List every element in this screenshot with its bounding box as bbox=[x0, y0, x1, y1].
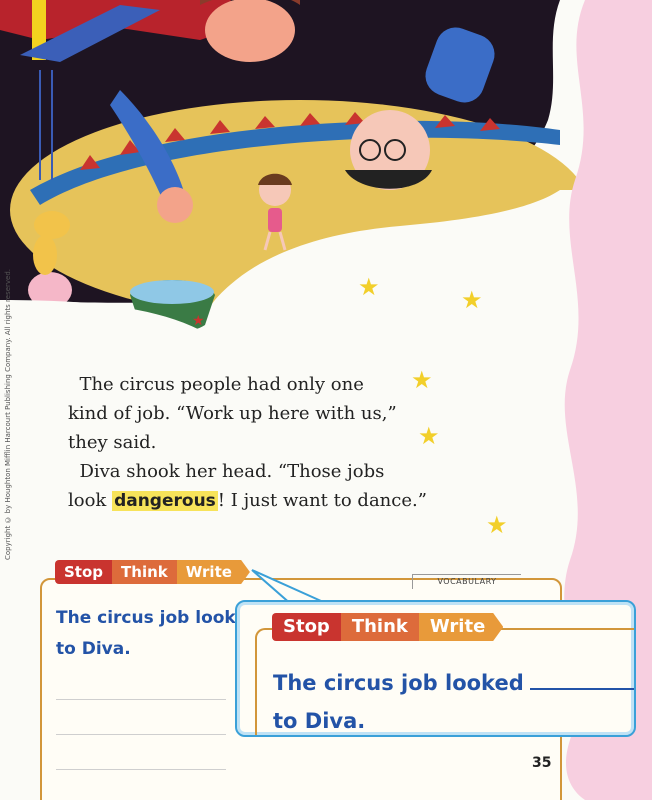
answer-blank[interactable] bbox=[529, 668, 634, 690]
story-line: look dangerous! I just want to dance.” bbox=[68, 490, 427, 511]
callout-tab-think: Think bbox=[340, 613, 419, 641]
section-label-vocabulary: VOCABULARY bbox=[412, 574, 521, 589]
star-icon: ★ bbox=[486, 511, 508, 539]
circus-illustration: ★ ★ ★ bbox=[0, 0, 585, 330]
story-line: kind of job. “Work up here with us,” bbox=[68, 403, 397, 424]
copyright-notice: Copyright © by Houghton Mifflin Harcourt… bbox=[4, 268, 12, 560]
story-line: Diva shook her head. “Those jobs bbox=[79, 461, 385, 482]
vocabulary-word-highlight: dangerous bbox=[112, 491, 218, 511]
stop-think-write-tabs: Stop Think Write bbox=[55, 560, 250, 584]
story-text: The circus people had only one kind of j… bbox=[68, 370, 428, 516]
answer-line[interactable] bbox=[56, 665, 226, 700]
star-icon: ★ bbox=[358, 273, 380, 301]
svg-text:★: ★ bbox=[192, 313, 205, 329]
callout-tab-write: Write bbox=[418, 613, 504, 641]
callout-writing-prompt: The circus job looked to Diva. bbox=[273, 664, 634, 735]
tab-stop: Stop bbox=[55, 560, 113, 584]
callout-tab-stop: Stop bbox=[272, 613, 341, 641]
star-icon: ★ bbox=[461, 286, 483, 314]
story-line: they said. bbox=[68, 432, 157, 453]
answer-line[interactable] bbox=[56, 735, 226, 770]
zoom-callout: Stop Think Write The circus job looked t… bbox=[235, 600, 636, 737]
writing-prompt: The circus job looked to Diva. bbox=[56, 608, 256, 659]
tab-think: Think bbox=[112, 560, 177, 584]
story-line: The circus people had only one bbox=[79, 374, 364, 395]
tab-write: Write bbox=[176, 560, 250, 584]
answer-lines bbox=[56, 665, 226, 770]
answer-line[interactable] bbox=[56, 700, 226, 735]
callout-tabs: Stop Think Write bbox=[272, 613, 504, 641]
